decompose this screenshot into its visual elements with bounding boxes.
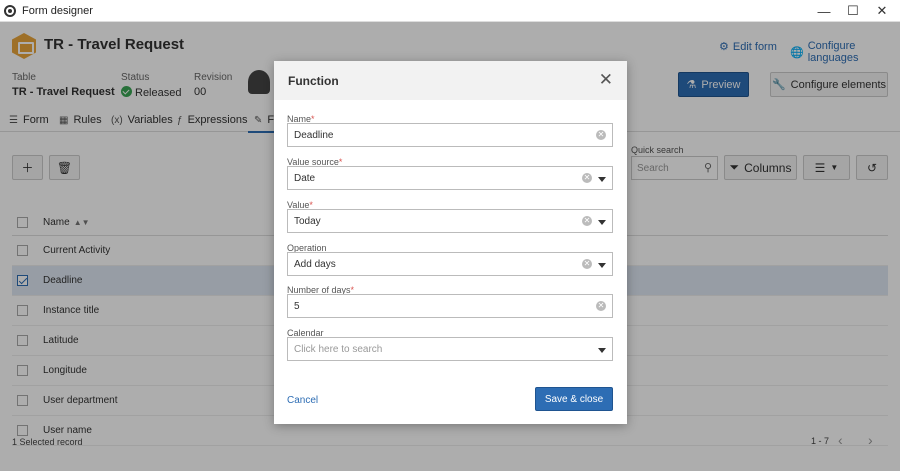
save-close-button[interactable]: Save & close [535,387,613,411]
close-window-icon[interactable]: ✕ [868,0,896,22]
value-source-select[interactable]: Date ✕ [287,166,613,190]
clear-icon[interactable]: ✕ [596,130,606,140]
clear-icon[interactable]: ✕ [582,216,592,226]
maximize-icon[interactable]: ☐ [839,0,867,22]
value-select[interactable]: Today ✕ [287,209,613,233]
name-field[interactable]: Deadline ✕ [287,123,613,147]
close-icon[interactable]: ✕ [599,71,613,88]
minimize-icon[interactable]: — [810,0,838,22]
window-title: Form designer [22,4,93,17]
window-titlebar: Form designer — ☐ ✕ [0,0,900,22]
calendar-select[interactable]: Click here to search [287,337,613,361]
number-of-days-field[interactable]: 5 ✕ [287,294,613,318]
chevron-down-icon[interactable] [598,220,606,225]
dialog-header: Function ✕ [274,61,627,100]
chevron-down-icon[interactable] [598,177,606,182]
chevron-down-icon[interactable] [598,263,606,268]
cancel-button[interactable]: Cancel [287,395,318,406]
clear-icon[interactable]: ✕ [596,301,606,311]
operation-select[interactable]: Add days ✕ [287,252,613,276]
app-icon [4,4,16,17]
dialog-title: Function [288,73,339,88]
clear-icon[interactable]: ✕ [582,173,592,183]
clear-icon[interactable]: ✕ [582,259,592,269]
chevron-down-icon[interactable] [598,348,606,353]
function-dialog: Function ✕ Name* Deadline ✕ Value source… [274,61,627,424]
